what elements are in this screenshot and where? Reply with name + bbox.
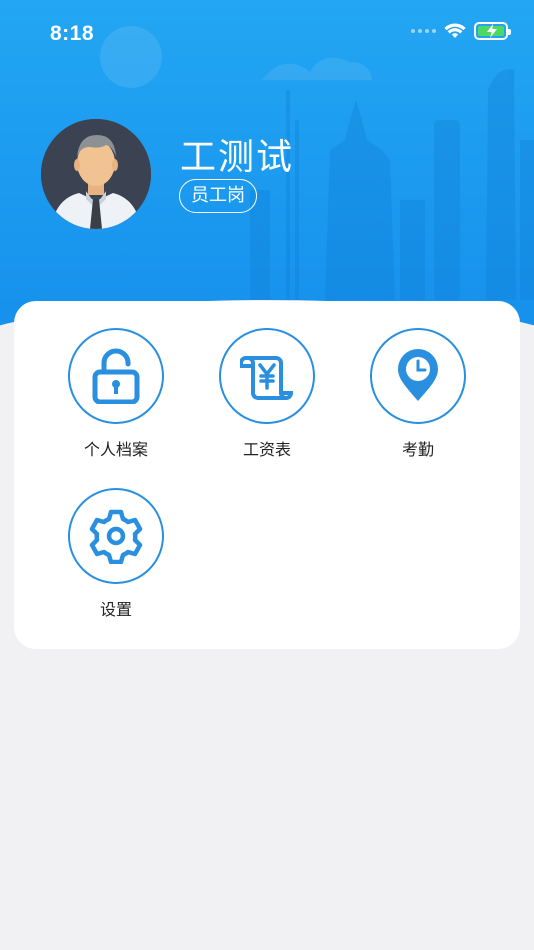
- user-name: 工测试: [180, 137, 295, 178]
- menu-label: 考勤: [401, 440, 434, 459]
- wifi-icon: [444, 23, 466, 38]
- battery-charging-icon: [474, 22, 511, 40]
- menu-item-personal-file[interactable]: 个人档案: [40, 328, 192, 460]
- menu-label: 设置: [99, 600, 132, 619]
- menu-label: 工资表: [242, 440, 291, 459]
- menu-icon-circle: [219, 328, 315, 424]
- gear-icon: [89, 509, 143, 564]
- status-time: 8:18: [50, 22, 95, 45]
- menu-label: 个人档案: [83, 440, 148, 459]
- menu-icon-circle: [68, 328, 164, 424]
- lock-icon: [92, 348, 140, 404]
- salary-scroll-icon: [240, 356, 294, 400]
- avatar[interactable]: [41, 119, 151, 229]
- menu-item-attendance[interactable]: 考勤: [342, 328, 494, 460]
- role-badge: 员工岗: [179, 179, 257, 213]
- menu-icon-circle: [370, 328, 466, 424]
- user-portrait-icon: [41, 119, 151, 229]
- menu-icon-circle: [68, 488, 164, 584]
- menu-item-settings[interactable]: 设置: [40, 488, 192, 620]
- menu-card: 个人档案 工资表 考勤 设置: [14, 301, 520, 649]
- status-bar: 8:18: [0, 0, 534, 70]
- signal-dots-icon: [411, 29, 436, 33]
- menu-item-salary[interactable]: 工资表: [191, 328, 343, 460]
- status-icons: [411, 22, 511, 40]
- location-clock-icon: [398, 349, 438, 401]
